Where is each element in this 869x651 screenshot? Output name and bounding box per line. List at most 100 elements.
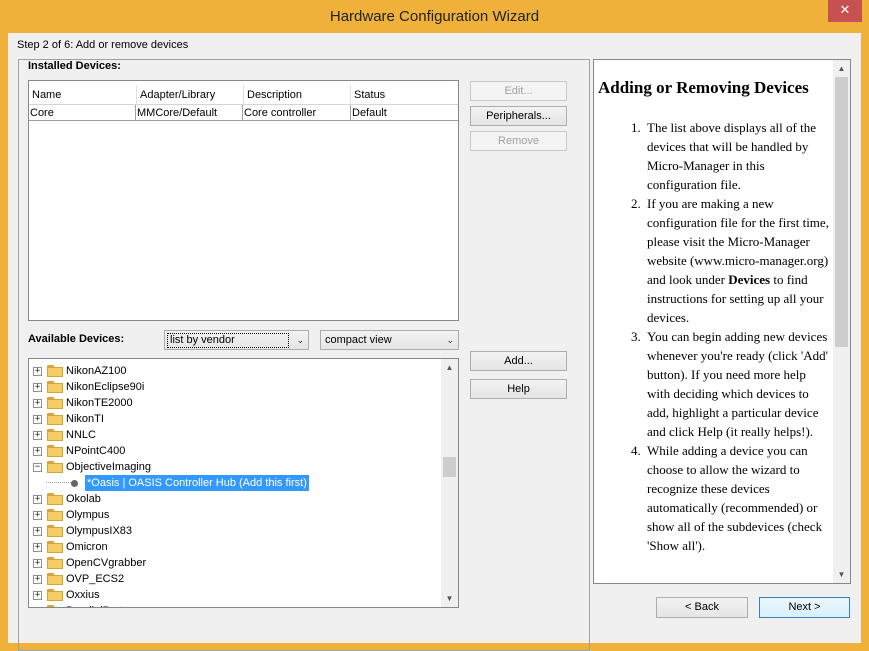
folder-icon — [47, 413, 63, 425]
expand-icon[interactable]: + — [33, 447, 42, 456]
cell-adapter: MMCore/Default — [136, 105, 243, 121]
expand-icon[interactable]: + — [33, 543, 42, 552]
folder-icon — [47, 557, 63, 569]
tree-connector — [46, 482, 71, 483]
tree-folder-item[interactable]: + Oxxius — [29, 587, 443, 603]
help-item-text: While adding a device you can choose to … — [647, 443, 823, 553]
cell-name: Core — [29, 105, 136, 121]
collapse-icon[interactable]: − — [33, 463, 42, 472]
folder-icon — [47, 461, 63, 473]
table-row[interactable]: Core MMCore/Default Core controller Defa… — [29, 105, 458, 121]
available-devices-tree[interactable]: + NikonAZ100 + NikonEclipse90i + NikonTE2000 +… — [28, 358, 459, 608]
device-bullet-icon — [71, 480, 78, 487]
tree-item-label: Omicron — [66, 541, 108, 553]
tree-folder-item[interactable]: + NikonTI — [29, 411, 443, 427]
help-scrollbar[interactable]: ▲ ▼ — [833, 60, 850, 583]
wizard-window: Hardware Configuration Wizard ✕ Step 2 o… — [0, 0, 869, 651]
help-title: Adding or Removing Devices — [598, 78, 809, 97]
tree-folder-item[interactable]: + NikonTE2000 — [29, 395, 443, 411]
tree-folder-item[interactable]: + NikonAZ100 — [29, 363, 443, 379]
help-item-number: 3. — [631, 329, 641, 344]
help-item-number: 4. — [631, 443, 641, 458]
scroll-down-icon[interactable]: ▼ — [441, 590, 458, 607]
close-button[interactable]: ✕ — [828, 0, 862, 22]
table-header: Name Adapter/Library Description Status — [29, 85, 458, 105]
folder-icon — [47, 381, 63, 393]
sort-mode-value: list by vendor — [167, 333, 289, 348]
expand-icon[interactable]: + — [33, 495, 42, 504]
remove-button[interactable]: Remove — [470, 131, 567, 151]
scroll-thumb[interactable] — [443, 457, 456, 477]
tree-folder-item[interactable]: + Olympus — [29, 507, 443, 523]
tree-item-label: OVP_ECS2 — [66, 573, 125, 585]
tree-folder-item[interactable]: + OlympusIX83 — [29, 523, 443, 539]
tree-folder-item[interactable]: + NikonEclipse90i — [29, 379, 443, 395]
tree-folder-item[interactable]: + OVP_ECS2 — [29, 571, 443, 587]
next-button[interactable]: Next > — [759, 597, 850, 618]
help-button[interactable]: Help — [470, 379, 567, 399]
sort-mode-combo[interactable]: list by vendor ⌄ — [164, 330, 309, 350]
chevron-down-icon: ⌄ — [446, 335, 454, 345]
folder-icon — [47, 589, 63, 601]
expand-icon[interactable]: + — [33, 575, 42, 584]
title-bar[interactable]: Hardware Configuration Wizard ✕ — [0, 0, 869, 33]
folder-icon — [47, 605, 63, 607]
column-header-name[interactable]: Name — [29, 85, 137, 105]
tree-scrollbar[interactable]: ▲ ▼ — [441, 359, 458, 607]
folder-icon — [47, 541, 63, 553]
tree-folder-item[interactable]: + Okolab — [29, 491, 443, 507]
peripherals-button[interactable]: Peripherals... — [470, 106, 567, 126]
expand-icon[interactable]: + — [33, 399, 42, 408]
tree-item-label: NNLC — [66, 429, 96, 441]
folder-icon — [47, 445, 63, 457]
column-header-adapter[interactable]: Adapter/Library — [137, 85, 244, 105]
installed-devices-panel: Installed Devices: Name Adapter/Library … — [18, 59, 590, 651]
edit-button[interactable]: Edit... — [470, 81, 567, 101]
expand-icon[interactable]: + — [33, 415, 42, 424]
folder-icon — [47, 429, 63, 441]
installed-devices-label: Installed Devices: — [27, 60, 122, 72]
installed-devices-table[interactable]: Name Adapter/Library Description Status … — [28, 80, 459, 321]
help-panel: Adding or Removing Devices 1. The list ab… — [593, 59, 851, 584]
scroll-down-icon[interactable]: ▼ — [833, 566, 850, 583]
expand-icon[interactable]: + — [33, 431, 42, 440]
tree-folder-item[interactable]: + ParallelPort — [29, 603, 443, 608]
expand-icon[interactable]: + — [33, 591, 42, 600]
help-item-emphasis: Devices — [728, 272, 771, 287]
scroll-thumb[interactable] — [835, 77, 848, 347]
tree-folder-item[interactable]: + NNLC — [29, 427, 443, 443]
chevron-down-icon: ⌄ — [296, 335, 304, 345]
scroll-up-icon[interactable]: ▲ — [833, 60, 850, 77]
back-button[interactable]: < Back — [656, 597, 748, 618]
expand-icon[interactable]: + — [35, 607, 40, 608]
expand-icon[interactable]: + — [33, 511, 42, 520]
step-label: Step 2 of 6: Add or remove devices — [17, 39, 189, 51]
tree-folder-item[interactable]: + OpenCVgrabber — [29, 555, 443, 571]
tree-item-label: OlympusIX83 — [66, 525, 133, 537]
tree-folder-item[interactable]: − ObjectiveImaging — [29, 459, 443, 475]
column-header-status[interactable]: Status — [351, 85, 458, 105]
tree-item-label: NikonEclipse90i — [66, 381, 145, 393]
expand-icon[interactable]: + — [33, 559, 42, 568]
available-devices-label: Available Devices: — [28, 333, 125, 345]
tree-item-label: Okolab — [66, 493, 101, 505]
column-header-description[interactable]: Description — [244, 85, 351, 105]
tree-item-label: NPointC400 — [66, 445, 126, 457]
help-list-item: 3. You can begin adding new devices whene… — [598, 327, 830, 441]
cell-description: Core controller — [243, 105, 351, 121]
view-mode-value: compact view — [325, 334, 392, 346]
expand-icon[interactable]: + — [33, 383, 42, 392]
tree-item-label: *Oasis | OASIS Controller Hub (Add this … — [85, 475, 309, 491]
scroll-up-icon[interactable]: ▲ — [441, 359, 458, 376]
tree-folder-item[interactable]: + NPointC400 — [29, 443, 443, 459]
add-button[interactable]: Add... — [470, 351, 567, 371]
folder-icon — [47, 509, 63, 521]
help-list-item: 2. If you are making a new configuration … — [598, 194, 830, 327]
client-area: Step 2 of 6: Add or remove devices Insta… — [8, 33, 861, 651]
help-item-text: You can begin adding new devices wheneve… — [647, 329, 829, 439]
expand-icon[interactable]: + — [33, 527, 42, 536]
expand-icon[interactable]: + — [33, 367, 42, 376]
view-mode-combo[interactable]: compact view ⌄ — [320, 330, 459, 350]
tree-folder-item[interactable]: + Omicron — [29, 539, 443, 555]
tree-leaf-item[interactable]: *Oasis | OASIS Controller Hub (Add this … — [29, 475, 443, 491]
